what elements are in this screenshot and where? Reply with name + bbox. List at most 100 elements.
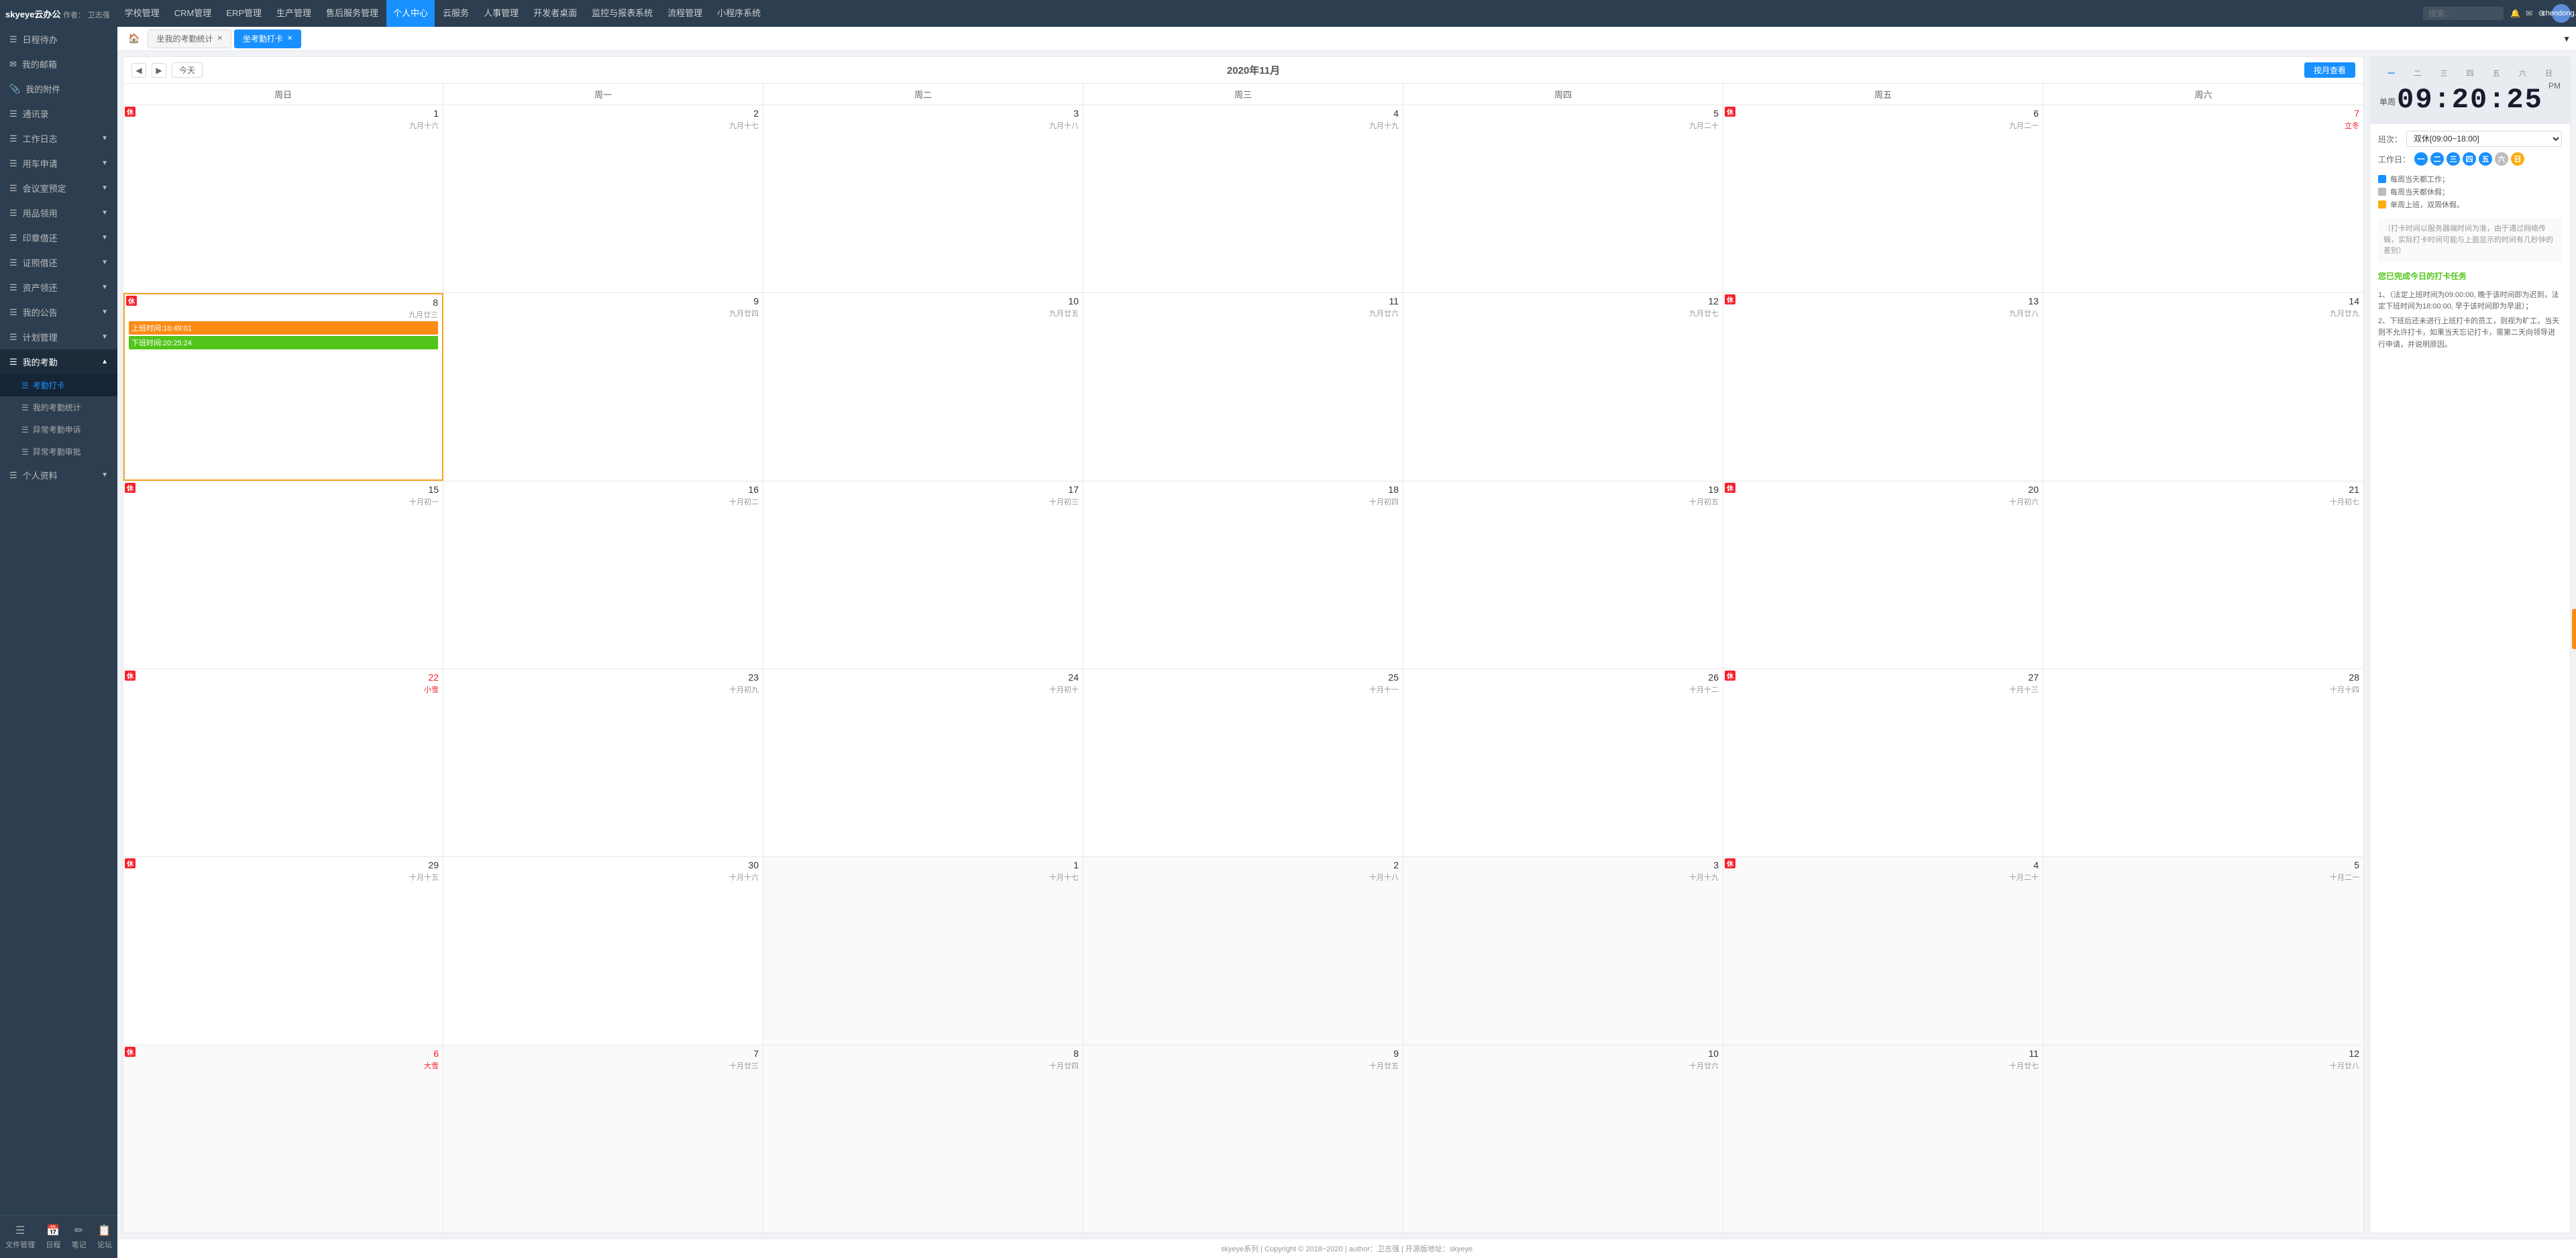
day-cell[interactable]: 4九月十九 — [1083, 105, 1403, 292]
sidebar-subitem-我的考勤统计[interactable]: ☰ 我的考勤统计 — [0, 396, 117, 418]
day-cell[interactable]: 19十月初五 — [1403, 481, 1723, 669]
day-cell[interactable]: 8十月廿四 — [763, 1045, 1083, 1233]
sidebar-item-工作日志[interactable]: ☰ 工作日志 ▼ — [0, 126, 117, 151]
day-cell[interactable]: 2九月十七 — [443, 105, 763, 292]
day-cell[interactable]: 30十月十六 — [443, 857, 763, 1044]
sidebar-item-印章借还[interactable]: ☰ 印章借还 ▼ — [0, 225, 117, 250]
message-icon[interactable]: ✉ — [2526, 9, 2532, 18]
day-number: 28 — [2047, 672, 2359, 683]
day-cell[interactable]: 3十月十九 — [1403, 857, 1723, 1044]
day-cell[interactable]: 休29十月十五 — [123, 857, 443, 1044]
day-cell[interactable]: 16十月初二 — [443, 481, 763, 669]
sidebar-item-我的公告[interactable]: ☰ 我的公告 ▼ — [0, 300, 117, 325]
day-cell[interactable]: 休6九月二一 — [1723, 105, 2043, 292]
day-cell[interactable]: 9九月廿四 — [443, 293, 763, 480]
bottom-item-文件管理[interactable]: ☰ 文件管理 — [0, 1221, 40, 1253]
day-cell[interactable]: 休13九月廿八 — [1723, 293, 2043, 480]
prev-month-btn[interactable]: ◀ — [131, 63, 146, 78]
sidebar-item-用品领用[interactable]: ☰ 用品领用 ▼ — [0, 201, 117, 225]
bottom-item-笔记[interactable]: ✏ 笔记 — [66, 1221, 92, 1253]
bottom-item-论坛[interactable]: 📋 论坛 — [92, 1221, 117, 1253]
sidebar-item-资产领还[interactable]: ☰ 资产领还 ▼ — [0, 275, 117, 300]
day-cell[interactable]: 5九月二十 — [1403, 105, 1723, 292]
nav-item-开发者桌面[interactable]: 开发者桌面 — [527, 0, 584, 27]
day-cell[interactable]: 14九月廿九 — [2043, 293, 2363, 480]
day-cell[interactable]: 休15十月初一 — [123, 481, 443, 669]
sidebar-icon: ☰ — [9, 470, 17, 481]
day-cell[interactable]: 11十月廿七 — [1723, 1045, 2043, 1233]
bottom-label: 文件管理 — [5, 1239, 35, 1250]
nav-item-流程管理[interactable]: 流程管理 — [661, 0, 709, 27]
tab-坐考勤打卡[interactable]: 坐考勤打卡 ✕ — [234, 30, 301, 48]
sidebar-item-证照借还[interactable]: ☰ 证照借还 ▼ — [0, 250, 117, 275]
sidebar-icon: ☰ — [9, 332, 17, 343]
day-cell[interactable]: 23十月初九 — [443, 669, 763, 856]
bell-icon[interactable]: 🔔 — [2510, 9, 2520, 18]
day-cell[interactable]: 休8九月廿三上班时间:16:49:01下班时间:20:25:24 — [123, 293, 443, 480]
shift-select[interactable]: 双休[09:00~18:00] — [2406, 131, 2562, 147]
right-edge-bar[interactable] — [2572, 609, 2576, 649]
bottom-item-日程[interactable]: 📅 日程 — [40, 1221, 66, 1253]
sidebar-item-计划管理[interactable]: ☰ 计划管理 ▼ — [0, 325, 117, 349]
next-month-btn[interactable]: ▶ — [152, 63, 166, 78]
day-cell[interactable]: 7十月廿三 — [443, 1045, 763, 1233]
day-cell[interactable]: 休6大雪 — [123, 1045, 443, 1233]
day-number: 9 — [1087, 1048, 1399, 1059]
day-cell[interactable]: 17十月初三 — [763, 481, 1083, 669]
avatar[interactable]: chendong... — [2552, 4, 2571, 23]
subitem-icon: ☰ — [21, 403, 29, 412]
sidebar-subitem-异常考勤审批[interactable]: ☰ 异常考勤审批 — [0, 441, 117, 463]
sidebar-item-通讯录[interactable]: ☰ 通讯录 — [0, 101, 117, 126]
sidebar-item-用车申请[interactable]: ☰ 用车申请 ▼ — [0, 151, 117, 176]
sidebar-item-个人资料[interactable]: ☰ 个人资料 ▼ — [0, 463, 117, 488]
nav-item-学校管理[interactable]: 学校管理 — [118, 0, 166, 27]
month-view-btn[interactable]: 按月查看 — [2304, 62, 2355, 78]
day-cell[interactable]: 2十月十八 — [1083, 857, 1403, 1044]
sidebar-item-日程待办[interactable]: ☰ 日程待办 — [0, 27, 117, 52]
today-btn[interactable]: 今天 — [172, 62, 203, 78]
day-cell[interactable]: 休1九月十六 — [123, 105, 443, 292]
sidebar-item-我的考勤[interactable]: ☰ 我的考勤 ▲ — [0, 349, 117, 374]
day-cell[interactable]: 21十月初七 — [2043, 481, 2363, 669]
day-cell[interactable]: 12九月廿七 — [1403, 293, 1723, 480]
tab-坐我的考勤统计[interactable]: 坐我的考勤统计 ✕ — [148, 30, 231, 48]
day-cell[interactable]: 5十月二一 — [2043, 857, 2363, 1044]
day-cell[interactable]: 25十月十一 — [1083, 669, 1403, 856]
nav-item-生产管理[interactable]: 生产管理 — [270, 0, 318, 27]
day-cell[interactable]: 3九月十八 — [763, 105, 1083, 292]
day-cell[interactable]: 24十月初十 — [763, 669, 1083, 856]
sidebar-item-我的邮箱[interactable]: ✉ 我的邮箱 — [0, 52, 117, 76]
day-cell[interactable]: 9十月廿五 — [1083, 1045, 1403, 1233]
nav-item-云服务[interactable]: 云服务 — [436, 0, 476, 27]
sidebar-item-会议室预定[interactable]: ☰ 会议室预定 ▼ — [0, 176, 117, 201]
day-cell[interactable]: 7立冬 — [2043, 105, 2363, 292]
nav-item-CRM管理[interactable]: CRM管理 — [168, 0, 219, 27]
day-cell[interactable]: 休4十月二十 — [1723, 857, 2043, 1044]
nav-item-人事管理[interactable]: 人事管理 — [477, 0, 525, 27]
sidebar-subitem-异常考勤申诉[interactable]: ☰ 异常考勤申诉 — [0, 418, 117, 441]
nav-item-ERP管理[interactable]: ERP管理 — [219, 0, 268, 27]
tab-dropdown[interactable]: ▼ — [2563, 34, 2571, 44]
tab-close[interactable]: ✕ — [287, 35, 292, 42]
day-cell[interactable]: 11九月廿六 — [1083, 293, 1403, 480]
tab-close[interactable]: ✕ — [217, 35, 222, 42]
day-cell[interactable]: 28十月十四 — [2043, 669, 2363, 856]
nav-item-个人中心[interactable]: 个人中心 — [386, 0, 435, 27]
day-cell[interactable]: 18十月初四 — [1083, 481, 1403, 669]
day-cell[interactable]: 10九月廿五 — [763, 293, 1083, 480]
search-input[interactable] — [2423, 7, 2504, 20]
nav-item-监控与报表系统[interactable]: 监控与报表系统 — [585, 0, 659, 27]
sidebar-label: 通讯录 — [23, 107, 49, 120]
day-cell[interactable]: 12十月廿八 — [2043, 1045, 2363, 1233]
nav-item-售后服务管理[interactable]: 售后服务管理 — [319, 0, 385, 27]
day-cell[interactable]: 休27十月十三 — [1723, 669, 2043, 856]
home-tab[interactable]: 🏠 — [123, 33, 145, 44]
day-cell[interactable]: 1十月十七 — [763, 857, 1083, 1044]
day-cell[interactable]: 休22小雪 — [123, 669, 443, 856]
day-cell[interactable]: 26十月十二 — [1403, 669, 1723, 856]
sidebar-subitem-考勤打卡[interactable]: ☰ 考勤打卡 — [0, 374, 117, 396]
day-cell[interactable]: 10十月廿六 — [1403, 1045, 1723, 1233]
day-cell[interactable]: 休20十月初六 — [1723, 481, 2043, 669]
nav-item-小程序系统[interactable]: 小程序系统 — [710, 0, 767, 27]
sidebar-item-我的附件[interactable]: 📎 我的附件 — [0, 76, 117, 101]
